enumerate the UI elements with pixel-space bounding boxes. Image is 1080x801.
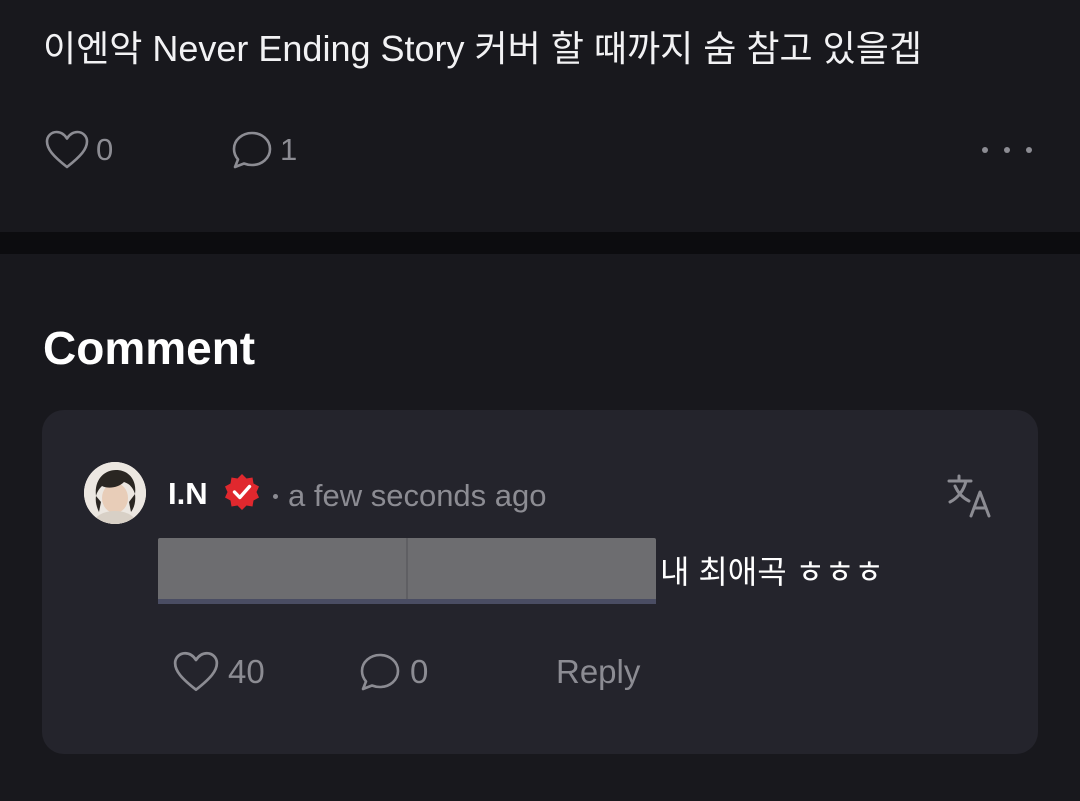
section-divider <box>0 232 1080 254</box>
post-section: 이엔악 Never Ending Story 커버 할 때까지 숨 참고 있을겝… <box>0 0 1080 232</box>
comment-section: Comment I.N a few seconds ago 내 최애곡 ㅎㅎㅎ … <box>0 254 1080 801</box>
speech-bubble-icon <box>230 129 274 171</box>
more-horizontal-icon <box>982 147 988 153</box>
comment-text: 내 최애곡 ㅎㅎㅎ <box>660 554 884 590</box>
more-options-button[interactable] <box>982 138 1032 162</box>
heart-icon <box>172 650 220 694</box>
post-like-count: 0 <box>96 132 114 167</box>
reply-button[interactable]: Reply <box>556 652 640 692</box>
comment-timestamp: a few seconds ago <box>288 478 547 513</box>
post-title: 이엔악 Never Ending Story 커버 할 때까지 숨 참고 있을겝 <box>43 28 922 69</box>
comment-replies-button[interactable]: 0 <box>358 650 428 694</box>
comment-like-count: 40 <box>228 653 265 690</box>
comment-card: I.N a few seconds ago 내 최애곡 ㅎㅎㅎ 40 0 Rep… <box>42 410 1038 754</box>
verified-badge-icon <box>220 472 264 516</box>
post-comment-button[interactable]: 1 <box>230 128 297 172</box>
avatar[interactable] <box>84 462 146 524</box>
translate-icon[interactable] <box>946 472 994 520</box>
comment-heading: Comment <box>43 322 256 374</box>
comment-like-button[interactable]: 40 <box>172 650 265 694</box>
redacted-mention <box>158 538 656 604</box>
comment-reply-count: 0 <box>410 653 429 690</box>
author-name[interactable]: I.N <box>168 474 208 514</box>
heart-icon <box>44 129 90 171</box>
separator-dot <box>273 494 278 499</box>
post-comment-count: 1 <box>280 132 298 167</box>
speech-bubble-icon <box>358 651 402 693</box>
post-like-button[interactable]: 0 <box>44 128 113 172</box>
